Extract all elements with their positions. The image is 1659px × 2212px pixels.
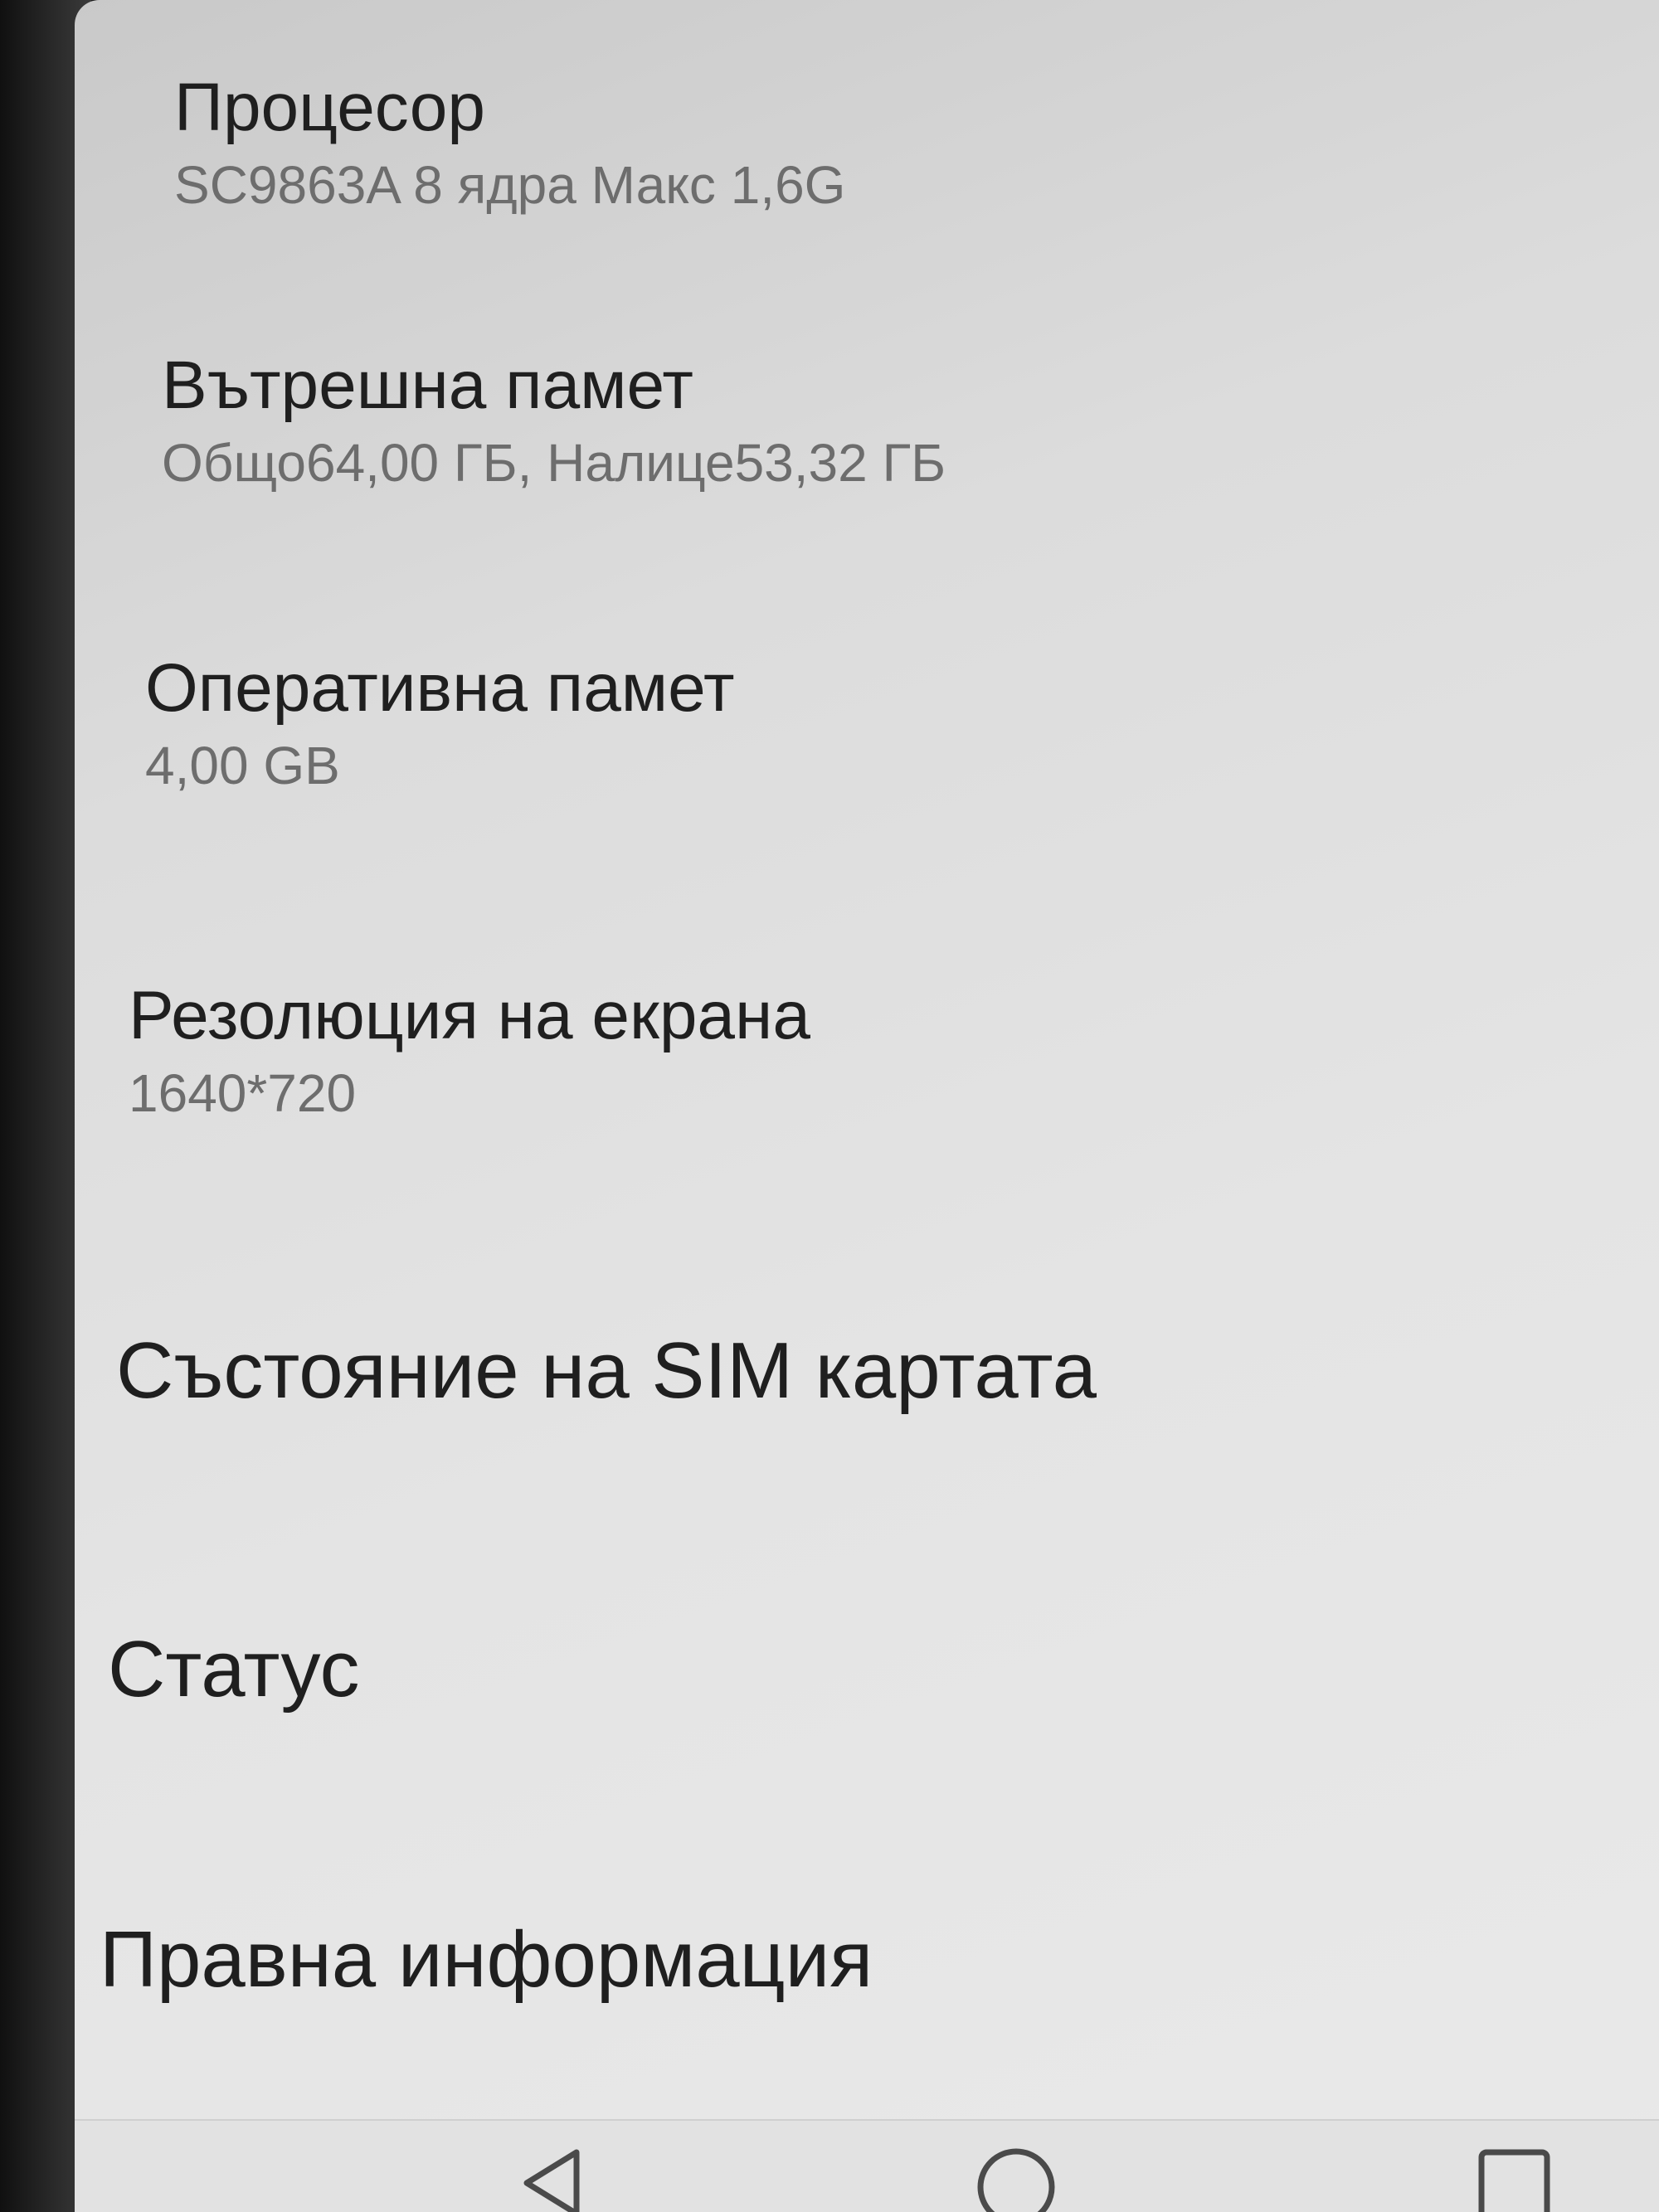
about-phone-settings-list: Процесор SC9863A 8 ядра Макс 1,6G Вътреш… [75, 0, 1659, 2098]
settings-item-summary: 4,00 GB [145, 736, 340, 796]
settings-item-title: Правна информация [100, 1915, 873, 2004]
recents-square-icon [1478, 2149, 1550, 2212]
recents-button[interactable] [1468, 2146, 1559, 2212]
settings-item-title: Резолюция на екрана [129, 978, 810, 1053]
settings-item-screen-resolution[interactable]: Резолюция на екрана 1640*720 [75, 978, 1659, 1125]
settings-item-sim-status[interactable]: Състояние на SIM картата [75, 1327, 1659, 1415]
settings-item-status[interactable]: Статус [75, 1626, 1659, 1714]
system-navigation-bar [75, 2119, 1659, 2212]
home-button[interactable] [971, 2146, 1062, 2212]
phone-screen: Процесор SC9863A 8 ядра Макс 1,6G Вътреш… [75, 0, 1659, 2212]
settings-item-title: Вътрешна памет [162, 348, 693, 423]
settings-item-summary: Общо64,00 ГБ, Налице53,32 ГБ [162, 433, 946, 493]
settings-item-ram[interactable]: Оперативна памет 4,00 GB [75, 650, 1659, 798]
settings-item-title: Състояние на SIM картата [116, 1326, 1097, 1415]
back-button[interactable] [506, 2146, 597, 2212]
settings-item-title: Оперативна памет [145, 650, 735, 726]
settings-item-internal-storage[interactable]: Вътрешна памет Общо64,00 ГБ, Налице53,32… [75, 348, 1659, 495]
settings-item-summary: 1640*720 [129, 1063, 357, 1124]
back-triangle-icon [523, 2149, 580, 2212]
home-circle-icon [977, 2148, 1055, 2212]
settings-item-legal-information[interactable]: Правна информация [75, 1916, 1659, 2004]
settings-item-summary: SC9863A 8 ядра Макс 1,6G [174, 155, 846, 216]
settings-item-processor[interactable]: Процесор SC9863A 8 ядра Макс 1,6G [75, 70, 1659, 217]
settings-item-title: Процесор [174, 70, 485, 145]
settings-item-title: Статус [108, 1625, 360, 1714]
